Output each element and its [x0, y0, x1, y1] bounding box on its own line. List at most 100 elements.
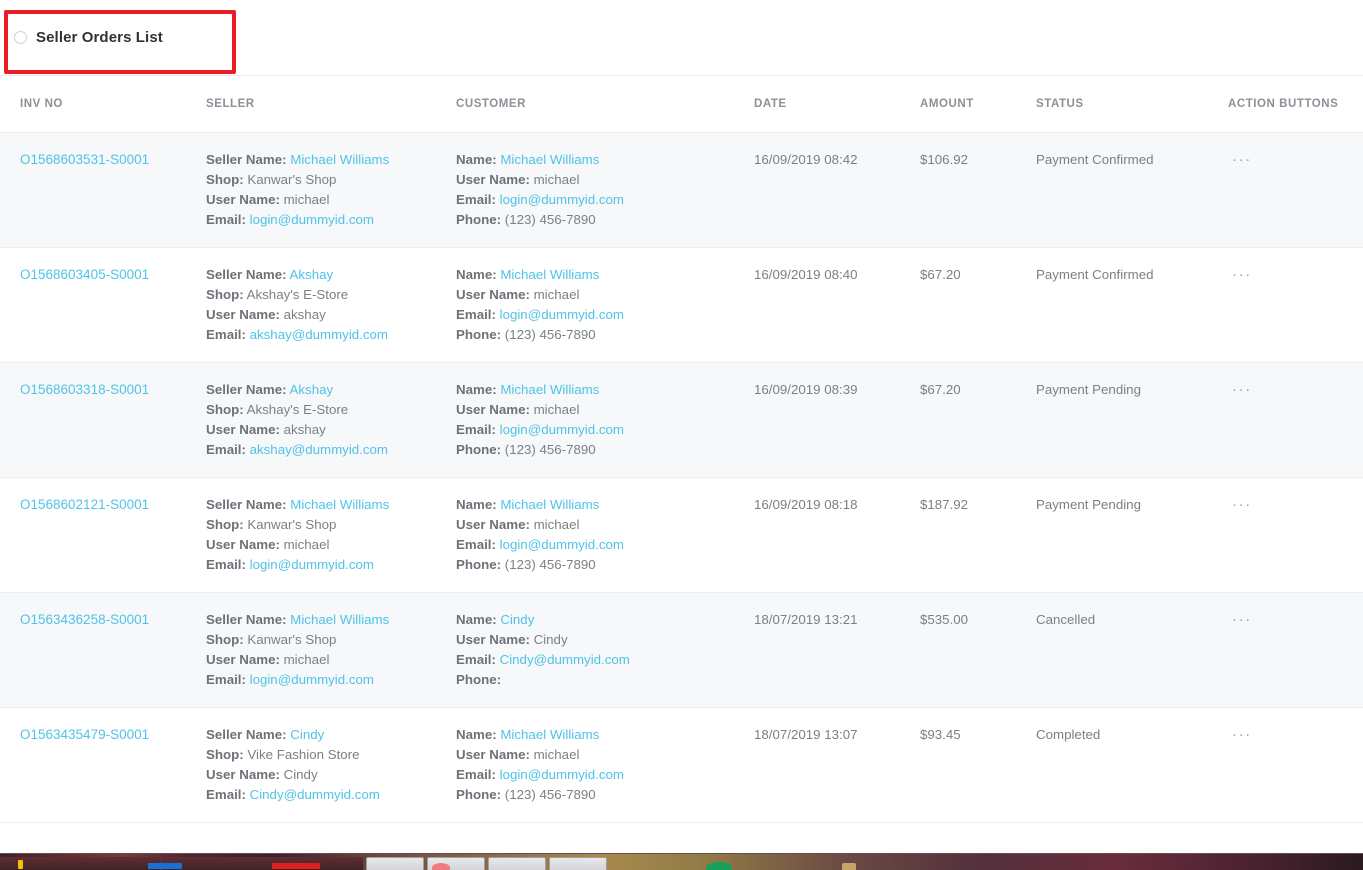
invoice-link[interactable]: O1563436258-S0001: [20, 612, 149, 627]
field-value[interactable]: Cindy@dummyid.com: [500, 652, 630, 667]
field-line: User Name: Cindy: [206, 765, 455, 785]
field-value: Cindy: [283, 767, 318, 782]
column-header-customer[interactable]: CUSTOMER: [456, 76, 754, 133]
field-label: Seller Name:: [206, 612, 287, 627]
row-actions-menu-icon[interactable]: ···: [1228, 726, 1256, 744]
table-row[interactable]: O1563436258-S0001 Seller Name: Michael Wi…: [0, 592, 1363, 708]
field-label: Phone:: [456, 327, 502, 342]
column-header-date[interactable]: DATE: [754, 76, 920, 133]
field-value[interactable]: Cindy: [290, 727, 324, 742]
field-value[interactable]: login@dummyid.com: [500, 537, 624, 552]
invoice-link[interactable]: O1568602121-S0001: [20, 497, 149, 512]
field-label: Email:: [206, 327, 246, 342]
cell-amount: $93.45: [920, 707, 1036, 823]
cell-seller: Seller Name: Michael Williams Shop: Kanwa…: [206, 477, 456, 593]
field-value[interactable]: login@dummyid.com: [500, 192, 624, 207]
field-value[interactable]: Michael Williams: [500, 382, 599, 397]
invoice-link[interactable]: O1563435479-S0001: [20, 727, 149, 742]
cell-status: Completed: [1036, 707, 1228, 823]
column-header-amount[interactable]: AMOUNT: [920, 76, 1036, 133]
taskbar-item[interactable]: [488, 857, 546, 870]
field-line: User Name: michael: [456, 285, 753, 305]
table-row[interactable]: O1568603405-S0001 Seller Name: Akshay Shop…: [0, 247, 1363, 363]
invoice-link[interactable]: O1568603405-S0001: [20, 267, 149, 282]
field-line: Email: login@dummyid.com: [456, 535, 753, 555]
row-actions-menu-icon[interactable]: ···: [1228, 151, 1256, 169]
row-actions-menu-icon[interactable]: ···: [1228, 381, 1256, 399]
field-value: (123) 456-7890: [504, 557, 596, 572]
field-value[interactable]: Cindy: [500, 612, 534, 627]
field-value[interactable]: akshay@dummyid.com: [250, 327, 388, 342]
field-value[interactable]: Michael Williams: [500, 267, 599, 282]
field-value[interactable]: login@dummyid.com: [500, 307, 624, 322]
field-value[interactable]: Michael Williams: [290, 612, 389, 627]
status-badge: Cancelled: [1036, 612, 1096, 627]
cell-action-buttons: ···: [1228, 362, 1363, 478]
row-actions-menu-icon[interactable]: ···: [1228, 496, 1256, 514]
field-value[interactable]: Akshay: [290, 267, 334, 282]
field-line: User Name: michael: [456, 170, 753, 190]
table-row[interactable]: O1568602121-S0001 Seller Name: Michael Wi…: [0, 477, 1363, 593]
field-value[interactable]: login@dummyid.com: [250, 212, 374, 227]
field-label: Phone:: [456, 672, 502, 687]
status-badge: Payment Confirmed: [1036, 152, 1154, 167]
taskbar-indicator-icon: [706, 862, 732, 870]
field-value[interactable]: login@dummyid.com: [500, 767, 624, 782]
column-header-inv-no[interactable]: INV NO: [0, 76, 206, 133]
field-line: Seller Name: Michael Williams: [206, 150, 455, 170]
field-value[interactable]: Michael Williams: [500, 152, 599, 167]
column-header-status[interactable]: STATUS: [1036, 76, 1228, 133]
taskbar-item[interactable]: [163, 857, 363, 870]
field-value[interactable]: Michael Williams: [500, 497, 599, 512]
invoice-link[interactable]: O1568603531-S0001: [20, 152, 149, 167]
field-value[interactable]: login@dummyid.com: [250, 672, 374, 687]
field-label: User Name:: [456, 402, 530, 417]
table-row[interactable]: O1568603531-S0001 Seller Name: Michael Wi…: [0, 132, 1363, 248]
field-value: (123) 456-7890: [504, 212, 596, 227]
status-badge: Payment Pending: [1036, 382, 1141, 397]
row-actions-menu-icon[interactable]: ···: [1228, 611, 1256, 629]
field-value[interactable]: akshay@dummyid.com: [250, 442, 388, 457]
order-date: 16/09/2019 08:18: [754, 497, 858, 512]
radio-unchecked-icon[interactable]: [14, 31, 27, 44]
status-badge: Payment Confirmed: [1036, 267, 1154, 282]
field-line: User Name: michael: [206, 535, 455, 555]
field-value[interactable]: Michael Williams: [500, 727, 599, 742]
field-value[interactable]: Akshay: [290, 382, 334, 397]
cell-date: 16/09/2019 08:18: [754, 477, 920, 593]
field-line: Seller Name: Cindy: [206, 725, 455, 745]
cell-action-buttons: ···: [1228, 592, 1363, 708]
cell-seller: Seller Name: Michael Williams Shop: Kanwa…: [206, 132, 456, 248]
field-value[interactable]: login@dummyid.com: [250, 557, 374, 572]
column-header-action-buttons[interactable]: ACTION BUTTONS: [1228, 76, 1363, 133]
taskbar-item[interactable]: [0, 857, 160, 870]
field-line: Name: Cindy: [456, 610, 753, 630]
row-actions-menu-icon[interactable]: ···: [1228, 266, 1256, 284]
table-row[interactable]: O1568603318-S0001 Seller Name: Akshay Shop…: [0, 362, 1363, 478]
field-line: Seller Name: Akshay: [206, 265, 455, 285]
field-label: Shop:: [206, 172, 244, 187]
taskbar-item[interactable]: [549, 857, 607, 870]
app-root: Seller Orders List INV NO SELLER CUSTOME…: [0, 0, 1363, 870]
cell-date: 16/09/2019 08:42: [754, 132, 920, 248]
field-line: Shop: Kanwar's Shop: [206, 515, 455, 535]
page-title: Seller Orders List: [36, 29, 163, 46]
field-value[interactable]: Michael Williams: [290, 152, 389, 167]
cell-seller: Seller Name: Akshay Shop: Akshay's E-Stor…: [206, 247, 456, 363]
column-header-seller[interactable]: SELLER: [206, 76, 456, 133]
taskbar-item[interactable]: [366, 857, 424, 870]
field-line: User Name: michael: [206, 650, 455, 670]
field-line: User Name: michael: [206, 190, 455, 210]
cell-amount: $67.20: [920, 247, 1036, 363]
invoice-link[interactable]: O1568603318-S0001: [20, 382, 149, 397]
table-row[interactable]: O1563435479-S0001 Seller Name: Cindy Shop:…: [0, 707, 1363, 823]
field-value[interactable]: Michael Williams: [290, 497, 389, 512]
cell-status: Payment Confirmed: [1036, 132, 1228, 248]
field-value[interactable]: Cindy@dummyid.com: [250, 787, 380, 802]
cell-inv-no: O1563435479-S0001: [0, 707, 206, 823]
field-label: Shop:: [206, 402, 244, 417]
field-label: User Name:: [206, 422, 280, 437]
cell-date: 18/07/2019 13:07: [754, 707, 920, 823]
field-line: Email: akshay@dummyid.com: [206, 440, 455, 460]
field-value[interactable]: login@dummyid.com: [500, 422, 624, 437]
